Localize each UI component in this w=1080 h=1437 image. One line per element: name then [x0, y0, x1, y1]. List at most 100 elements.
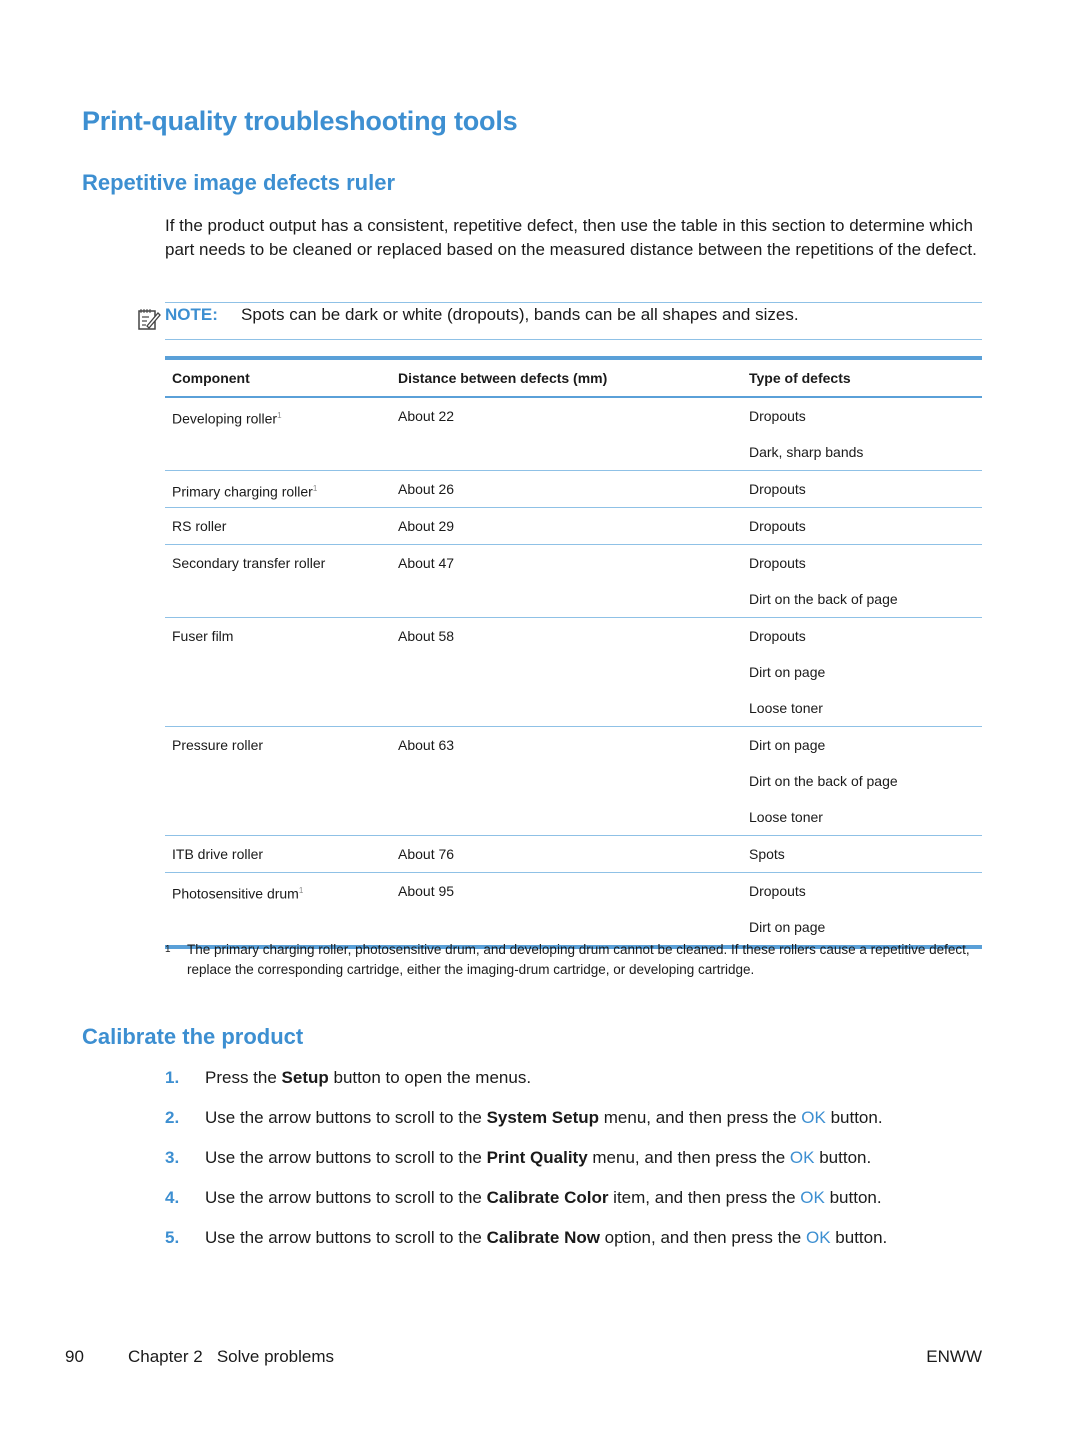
locale-code: ENWW: [926, 1347, 982, 1366]
header-distance: Distance between defects (mm): [398, 370, 608, 386]
cell-component: ITB drive roller: [165, 836, 391, 873]
component-name: Pressure roller: [172, 737, 264, 753]
table-row: RS roller About 29 Dropouts: [165, 508, 982, 545]
defect-type: Dropouts: [749, 408, 806, 424]
menu-name: Calibrate Now: [486, 1228, 600, 1247]
step-number: 4.: [165, 1188, 180, 1207]
step-item: 1. Press the Setup button to open the men…: [165, 1068, 995, 1108]
defect-type: Dropouts: [749, 481, 806, 497]
footnote-mark: 1: [165, 944, 171, 955]
table-row: Secondary transfer roller About 47 Dropout…: [165, 545, 982, 618]
step-text: Use the arrow buttons to scroll to the S…: [205, 1108, 883, 1127]
footnote-text: The primary charging roller, photosensit…: [187, 942, 970, 977]
table-row: Photosensitive drum1 About 95 Dropouts Dirt…: [165, 873, 982, 948]
cell-defects: Dropouts Dirt on page Loose toner: [742, 618, 982, 727]
cell-distance: About 26: [398, 481, 455, 497]
cell-defects: Dropouts Dirt on the back of page: [742, 545, 982, 618]
note-label: NOTE:: [165, 305, 218, 324]
cell-defects: Spots: [742, 836, 982, 873]
step-item: 5. Use the arrow buttons to scroll to the…: [165, 1228, 995, 1268]
defect-type: Spots: [749, 846, 785, 862]
defect-type: Dirt on page: [749, 737, 826, 753]
defect-type: Dropouts: [749, 883, 806, 899]
component-name: Fuser film: [172, 628, 234, 644]
cell-component: Fuser film: [165, 618, 391, 727]
step-number: 1.: [165, 1068, 180, 1087]
ok-button-label: OK: [806, 1228, 831, 1247]
menu-name: Setup: [281, 1068, 329, 1087]
defect-type: Dirt on the back of page: [749, 591, 898, 607]
chapter-title: Chapter 2 Solve problems: [128, 1347, 334, 1366]
cell-component: Primary charging roller1: [165, 471, 391, 508]
table-header-row: Component Distance between defects (mm) …: [165, 358, 982, 397]
step-text: Press the Setup button to open the menus…: [205, 1068, 532, 1087]
cell-defects: Dropouts: [742, 508, 982, 545]
defects-table: Component Distance between defects (mm) …: [165, 356, 982, 949]
defect-type: Dropouts: [749, 555, 806, 571]
component-name: Primary charging roller: [172, 483, 313, 500]
defect-type: Dirt on the back of page: [749, 773, 898, 789]
step-item: 2. Use the arrow buttons to scroll to the…: [165, 1108, 995, 1148]
ok-button-label: OK: [789, 1148, 815, 1167]
cell-distance: About 29: [398, 518, 455, 534]
component-name: ITB drive roller: [172, 846, 264, 862]
cell-defects: Dropouts: [742, 471, 982, 508]
cell-defects: Dropouts Dark, sharp bands: [742, 397, 982, 471]
note-box: NOTE: Spots can be dark or white (dropou…: [138, 302, 982, 340]
header-component: Component: [172, 370, 250, 386]
component-name: Photosensitive drum: [172, 885, 299, 902]
page-number: 90: [65, 1347, 84, 1366]
cell-component: Photosensitive drum1: [165, 873, 391, 948]
table-row: Pressure roller About 63 Dirt on page Dirt …: [165, 727, 982, 836]
footnote-ref: 1: [312, 484, 318, 493]
step-number: 3.: [165, 1148, 180, 1167]
step-number: 2.: [165, 1108, 180, 1127]
section-heading-defects-ruler: Repetitive image defects ruler: [82, 170, 396, 195]
cell-distance: About 63: [398, 737, 455, 753]
footnote-ref: 1: [298, 886, 304, 895]
cell-component: Pressure roller: [165, 727, 391, 836]
component-name: RS roller: [172, 518, 227, 534]
defect-type: Dropouts: [749, 518, 806, 534]
step-text: Use the arrow buttons to scroll to the C…: [205, 1228, 888, 1247]
cell-defects: Dropouts Dirt on page: [742, 873, 982, 948]
component-name: Developing roller: [172, 410, 278, 427]
footnote-ref: 1: [277, 411, 282, 420]
page-title: Print-quality troubleshooting tools: [82, 106, 518, 136]
cell-distance: About 58: [398, 628, 455, 644]
calibration-steps: 1. Press the Setup button to open the men…: [165, 1068, 995, 1268]
menu-name: Calibrate Color: [486, 1188, 609, 1207]
cell-component: Developing roller1: [165, 397, 391, 471]
cell-distance: About 22: [398, 408, 455, 424]
section-heading-calibrate: Calibrate the product: [82, 1024, 304, 1049]
ok-button-label: OK: [801, 1108, 826, 1127]
menu-name: Print Quality: [486, 1148, 588, 1167]
component-name: Secondary transfer roller: [172, 555, 326, 571]
step-text: Use the arrow buttons to scroll to the C…: [205, 1188, 882, 1207]
defect-type: Loose toner: [749, 700, 823, 716]
cell-defects: Dirt on page Dirt on the back of page Loos…: [742, 727, 982, 836]
defect-type: Loose toner: [749, 809, 823, 825]
step-item: 4. Use the arrow buttons to scroll to the…: [165, 1188, 995, 1228]
cell-component: Secondary transfer roller: [165, 545, 391, 618]
table-row: Fuser film About 58 Dropouts Dirt on page Lo…: [165, 618, 982, 727]
cell-distance: About 95: [398, 883, 455, 899]
cell-distance: About 47: [398, 555, 455, 571]
menu-name: System Setup: [486, 1108, 600, 1127]
note-text: Spots can be dark or white (dropouts), b…: [241, 305, 799, 324]
cell-component: RS roller: [165, 508, 391, 545]
cell-distance: About 76: [398, 846, 455, 862]
intro-paragraph: If the product output has a consistent, …: [165, 216, 977, 259]
defect-type: Dark, sharp bands: [749, 444, 864, 460]
table-row: Developing roller1 About 22 Dropouts Dark, …: [165, 397, 982, 471]
table-row: ITB drive roller About 76 Spots: [165, 836, 982, 873]
step-item: 3. Use the arrow buttons to scroll to the…: [165, 1148, 995, 1188]
header-defect-type: Type of defects: [749, 370, 851, 386]
step-text: Use the arrow buttons to scroll to the P…: [205, 1148, 872, 1167]
ok-button-label: OK: [800, 1188, 825, 1207]
defect-type: Dropouts: [749, 628, 806, 644]
note-pencil-icon: [138, 309, 161, 330]
table-row: Primary charging roller1 About 26 Dropouts: [165, 471, 982, 508]
defect-type: Dirt on page: [749, 664, 826, 680]
step-number: 5.: [165, 1228, 180, 1247]
